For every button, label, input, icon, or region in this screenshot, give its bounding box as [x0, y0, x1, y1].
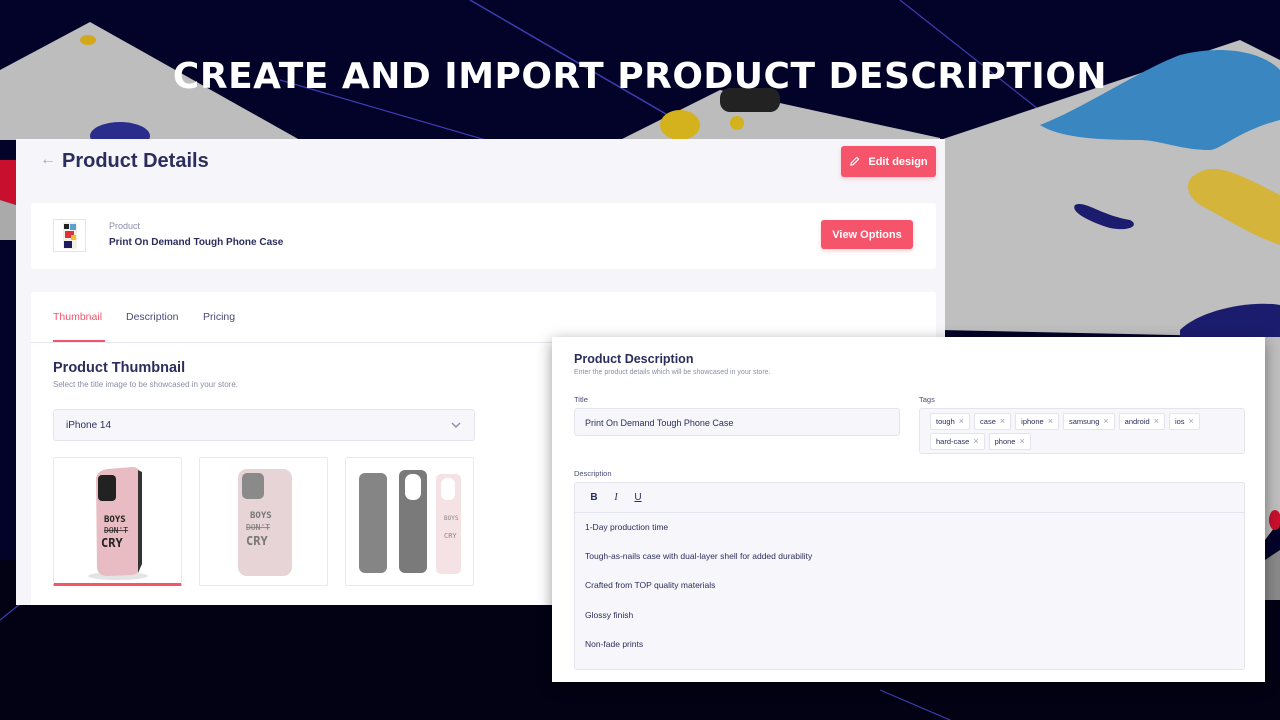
tag-chip: android ×: [1118, 413, 1165, 430]
phone-case-image: BOYS DON'T CRY: [88, 467, 148, 580]
active-tab-indicator: [53, 340, 105, 342]
edit-design-label: Edit design: [868, 155, 928, 168]
arrow-left-icon[interactable]: ←: [40, 151, 56, 169]
pencil-icon: [850, 156, 860, 166]
tags-input[interactable]: tough × case × iphone × samsung × android × ios × ha…: [919, 408, 1245, 454]
tag-label: iphone: [1021, 417, 1044, 426]
underline-button[interactable]: U: [633, 492, 643, 503]
description-line: 1-Day production time: [585, 522, 669, 532]
tags-label: Tags: [919, 395, 935, 404]
remove-tag-icon[interactable]: ×: [1048, 417, 1053, 426]
tag-chip: case ×: [974, 413, 1012, 430]
tag-chip: ios ×: [1168, 413, 1200, 430]
description-panel-subtitle: Enter the product details which will be …: [574, 369, 771, 376]
tag-chip: hard-case ×: [930, 433, 985, 450]
model-select-value: iPhone 14: [66, 420, 112, 431]
tag-label: tough: [936, 417, 955, 426]
svg-text:CRY: CRY: [246, 534, 268, 548]
description-editor[interactable]: B I U 1-Day production time Tough-as-nai…: [574, 482, 1245, 670]
svg-text:BOYS: BOYS: [444, 515, 459, 522]
svg-text:BOYS: BOYS: [104, 515, 126, 525]
tag-label: case: [980, 417, 996, 426]
bold-button[interactable]: B: [589, 492, 599, 503]
phone-case-image: [62, 222, 77, 249]
description-line: Crafted from TOP quality materials: [585, 580, 716, 591]
svg-text:DON'T: DON'T: [104, 526, 128, 535]
tab-bar: Thumbnail Description Pricing: [31, 292, 936, 343]
description-line: Glossy finish: [585, 609, 634, 620]
title-input[interactable]: Print On Demand Tough Phone Case: [574, 408, 900, 436]
editor-toolbar: B I U: [575, 483, 1244, 513]
remove-tag-icon[interactable]: ×: [1019, 437, 1024, 446]
svg-text:CRY: CRY: [444, 532, 457, 540]
tag-chip: samsung ×: [1062, 413, 1115, 430]
remove-tag-icon[interactable]: ×: [1189, 417, 1194, 426]
remove-tag-icon[interactable]: ×: [973, 437, 978, 446]
tab-description[interactable]: Description: [126, 311, 179, 323]
description-line: Non-fade prints: [585, 638, 644, 649]
italic-button[interactable]: I: [611, 492, 621, 503]
svg-text:BOYS: BOYS: [250, 511, 272, 521]
tag-label: android: [1124, 417, 1150, 426]
tag-chip: tough ×: [930, 413, 971, 430]
product-name: Print On Demand Tough Phone Case: [109, 237, 284, 248]
remove-tag-icon[interactable]: ×: [1103, 417, 1108, 426]
phone-case-image: BOYS CRY: [359, 470, 461, 574]
title-label: Title: [574, 395, 588, 404]
svg-text:DON'T: DON'T: [246, 523, 270, 532]
tab-thumbnail[interactable]: Thumbnail: [53, 311, 102, 323]
description-label: Description: [574, 469, 612, 478]
description-line: Tough-as-nails case with dual-layer shel…: [585, 551, 813, 562]
thumbnail-section-title: Product Thumbnail: [53, 360, 186, 376]
tag-chip: iphone ×: [1015, 413, 1059, 430]
tag-label: samsung: [1068, 417, 1100, 426]
product-description-panel: Product Description Enter the product de…: [552, 337, 1265, 682]
description-text[interactable]: 1-Day production time Tough-as-nails cas…: [575, 513, 1244, 677]
product-card: Product Print On Demand Tough Phone Case…: [31, 203, 936, 269]
tab-pricing[interactable]: Pricing: [203, 311, 235, 323]
tag-label: ios: [1174, 417, 1185, 426]
description-panel-title: Product Description: [574, 352, 694, 366]
tag-chip: phone ×: [988, 433, 1031, 450]
remove-tag-icon[interactable]: ×: [959, 417, 964, 426]
remove-tag-icon[interactable]: ×: [1000, 417, 1005, 426]
phone-case-image: BOYS DON'T CRY: [238, 469, 292, 576]
headline: CREATE AND IMPORT PRODUCT DESCRIPTION: [172, 56, 1108, 97]
thumbnail-option[interactable]: BOYS DON'T CRY: [199, 457, 328, 586]
edit-design-button[interactable]: Edit design: [841, 146, 936, 177]
thumbnail-section-subtitle: Select the title image to be showcased i…: [53, 380, 238, 389]
page-header: ← Product Details Edit design: [16, 139, 945, 189]
remove-tag-icon[interactable]: ×: [1154, 417, 1159, 426]
thumbnail-option[interactable]: BOYS CRY: [345, 457, 474, 586]
thumbnail-option[interactable]: BOYS DON'T CRY: [53, 457, 182, 586]
product-thumbnail: [53, 219, 86, 252]
product-label: Product: [109, 221, 141, 231]
view-options-button[interactable]: View Options: [821, 220, 913, 249]
tag-label: phone: [994, 437, 1016, 446]
model-select[interactable]: iPhone 14: [53, 409, 475, 441]
page-title: Product Details: [62, 150, 209, 172]
svg-text:CRY: CRY: [101, 536, 123, 550]
tag-label: hard-case: [936, 437, 970, 446]
chevron-down-icon: [451, 422, 461, 428]
